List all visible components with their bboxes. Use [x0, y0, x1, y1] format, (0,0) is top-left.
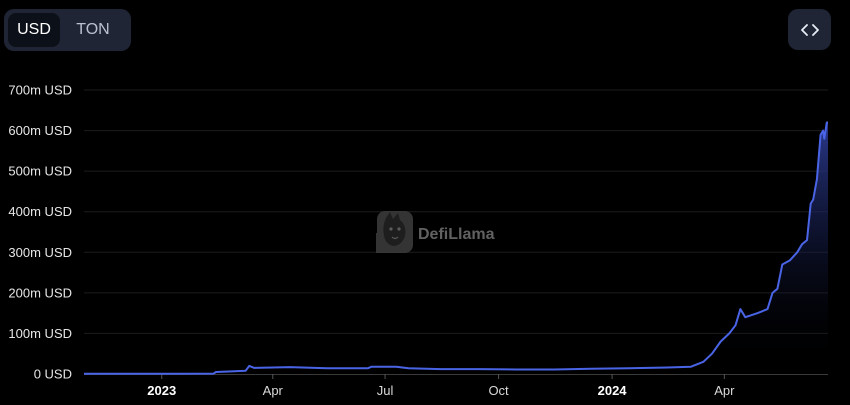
x-tick-label: Apr	[263, 383, 284, 398]
y-tick-label: 300m USD	[8, 245, 72, 260]
x-axis: 2023 Apr Jul Oct 2024 Apr	[84, 374, 828, 398]
y-tick-label: 400m USD	[8, 204, 72, 219]
y-tick-label: 200m USD	[8, 285, 72, 300]
series-area	[84, 122, 828, 374]
y-tick-label: 0 USD	[34, 367, 72, 382]
x-tick-label: Oct	[488, 383, 509, 398]
x-tick-label: 2023	[147, 383, 176, 398]
grid	[84, 89, 828, 334]
watermark-text: DefiLlama	[418, 226, 495, 243]
y-tick-label: 700m USD	[8, 83, 72, 98]
watermark: DefiLlama	[376, 211, 495, 253]
llama-logo-icon	[376, 211, 413, 253]
x-tick-label: 2024	[598, 383, 628, 398]
y-tick-label: 600m USD	[8, 123, 72, 138]
tvl-area-chart: DefiLlama 0 USD 100m USD 200m USD 300m USD 4…	[8, 83, 828, 398]
x-tick-label: Jul	[377, 383, 394, 398]
y-tick-label: 100m USD	[8, 326, 72, 341]
x-tick-label: Apr	[714, 383, 735, 398]
series-line	[84, 121, 828, 375]
y-axis: 0 USD 100m USD 200m USD 300m USD 400m USD 500…	[8, 83, 72, 382]
y-tick-label: 500m USD	[8, 164, 72, 179]
